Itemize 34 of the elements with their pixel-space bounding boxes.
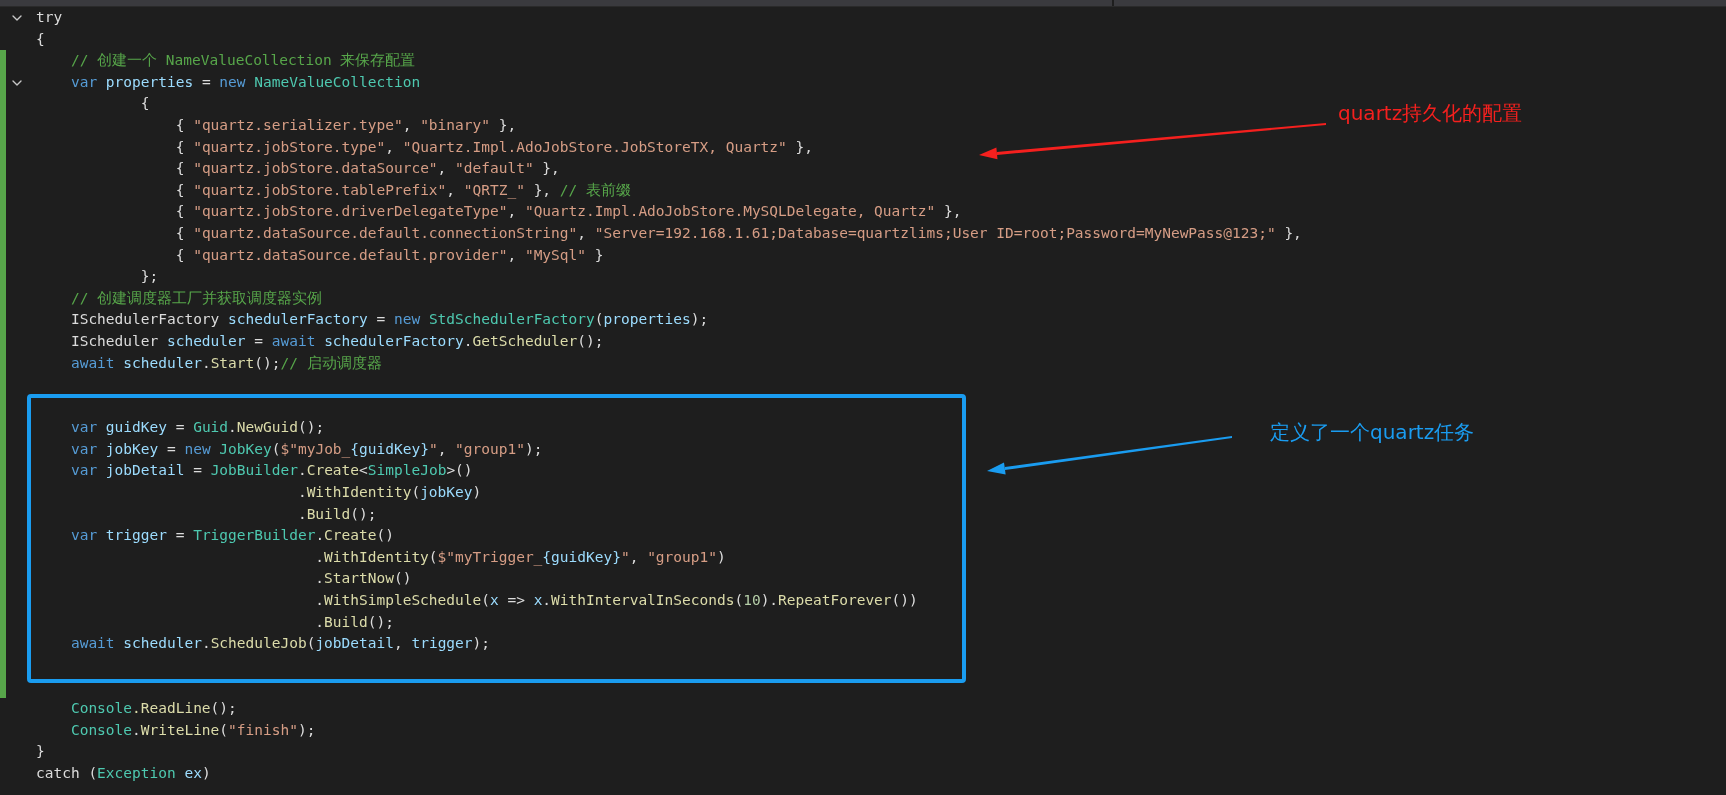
- code-line: { "quartz.dataSource.default.provider", "MySql" }: [175, 245, 604, 265]
- code-line: { "quartz.jobStore.dataSource", "default" },: [175, 159, 560, 179]
- code-line: Console.ReadLine();: [70, 699, 237, 718]
- annotation-text: quartz持久化的配置: [1338, 100, 1523, 127]
- code-line: .WithIdentity(jobKey): [297, 483, 482, 503]
- code-line: { "quartz.jobStore.driverDelegateType", "Quartz.Impl.AdoJobStore.MySQLDelegate, Quartz" },: [175, 202, 962, 222]
- code-line: try: [36, 8, 63, 27]
- code-line: { "quartz.jobStore.type", "Quartz.Impl.AdoJobStore.JobStoreTX, Quartz" },: [175, 137, 813, 157]
- code-line: }: [36, 742, 45, 762]
- code-line: // 创建调度器工厂并获取调度器实例: [70, 288, 323, 308]
- code-line: .WithIdentity($"myTrigger_{guidKey}", "group1"): [315, 547, 726, 568]
- code-line: };: [140, 267, 159, 287]
- code-line: IScheduler scheduler = await schedulerFactory.GetScheduler();: [70, 331, 604, 351]
- code-line: ISchedulerFactory schedulerFactory = new StdSchedulerFactory(properties);: [70, 310, 709, 330]
- code-line: {: [36, 29, 45, 49]
- code-line: var trigger = TriggerBuilder.Create(): [70, 526, 394, 546]
- code-line: var jobKey = new JobKey($"myJob_{guidKey}", "group1");: [70, 439, 543, 460]
- code-line: .StartNow(): [315, 569, 412, 589]
- code-line: .WithSimpleSchedule(x => x.WithIntervalInSeconds(10).RepeatForever()): [315, 591, 918, 611]
- code-line: {: [140, 94, 150, 114]
- code-line: catch (Exception ex): [36, 763, 211, 783]
- code-line: var guidKey = Guid.NewGuid();: [70, 418, 325, 438]
- code-line: .Build();: [297, 504, 377, 524]
- code-line: var properties = new NameValueCollection: [70, 72, 421, 92]
- code-line: { "quartz.dataSource.default.connectionString", "Server=192.168.1.61;Database=quartzlims;User ID=root;Password=MyNewPass@123;" },: [175, 223, 1302, 243]
- code-line: await scheduler.Start();// 启动调度器: [70, 353, 382, 373]
- code-line: { "quartz.jobStore.tablePrefix", "QRTZ_" }, // 表前缀: [175, 180, 632, 201]
- code-line: // 创建一个 NameValueCollection 来保存配置: [70, 51, 416, 71]
- code-line: Console.WriteLine("finish");: [70, 720, 316, 740]
- code-line: { "quartz.serializer.type", "binary" },: [175, 115, 517, 135]
- code-line: .Build();: [315, 612, 394, 632]
- code-line: var jobDetail = JobBuilder.Create<SimpleJob>(): [70, 461, 473, 481]
- code-line: await scheduler.ScheduleJob(jobDetail, trigger);: [70, 634, 490, 654]
- annotation-text: 定义了一个quartz任务: [1270, 419, 1475, 446]
